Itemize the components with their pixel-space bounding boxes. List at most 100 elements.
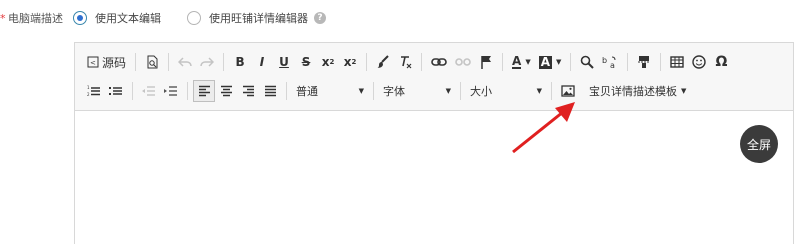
search-icon [581, 55, 595, 69]
background-color-button[interactable]: A ▼ [535, 51, 566, 73]
radio-dot-selected[interactable] [73, 11, 87, 25]
link-button[interactable] [427, 51, 451, 73]
svg-text:b: b [602, 56, 607, 65]
template-menu-button[interactable]: 宝贝详情描述模板 ▼ [585, 80, 690, 102]
preview-button[interactable] [141, 51, 163, 73]
table-icon [670, 56, 685, 68]
undo-button[interactable] [174, 51, 196, 73]
toolbar-row-1: < 源码 B I U S x2 x2 A ▼ A ▼ b a Ω [83, 51, 732, 73]
align-center-button[interactable] [215, 80, 237, 102]
page-break-button[interactable] [633, 51, 655, 73]
field-label: 电脑端描述 [8, 12, 63, 25]
subscript-x: x [321, 55, 330, 69]
ordered-list-icon: 12 [87, 85, 100, 97]
brush-icon [377, 55, 389, 68]
outdent-icon [142, 86, 155, 96]
bullet-list-button[interactable] [105, 80, 127, 102]
description-field-row: * 电脑端描述 使用文本编辑 使用旺铺详情编辑器 ? [0, 8, 326, 28]
paragraph-select[interactable]: 普通 ▼ [292, 81, 368, 101]
toolbar-separator [366, 53, 368, 71]
unlink-icon [455, 58, 471, 66]
caret-down-icon: ▼ [525, 58, 531, 66]
toolbar-separator [286, 82, 287, 100]
font-family-select[interactable]: 字体 ▼ [379, 81, 455, 101]
font-color-label: A [512, 54, 522, 69]
redo-icon [200, 57, 215, 67]
redo-button[interactable] [196, 51, 218, 73]
align-justify-button[interactable] [259, 80, 281, 102]
fullscreen-button[interactable]: 全屏 [740, 125, 778, 163]
toolbar-separator [460, 82, 461, 100]
radio-text-editor[interactable]: 使用文本编辑 [73, 10, 161, 26]
source-button[interactable]: < 源码 [83, 51, 130, 73]
toolbar-separator [168, 53, 170, 71]
radio-text-editor-label: 使用文本编辑 [95, 12, 161, 25]
template-menu-label: 宝贝详情描述模板 [589, 85, 677, 98]
clear-format-button[interactable] [394, 51, 416, 73]
align-left-button[interactable] [193, 80, 215, 102]
special-char-button[interactable]: Ω [710, 51, 732, 73]
indent-icon [164, 86, 177, 96]
toolbar-separator [421, 53, 423, 71]
preview-icon [147, 55, 158, 69]
radio-detail-editor-label: 使用旺铺详情编辑器 [209, 12, 308, 25]
anchor-button[interactable] [475, 51, 497, 73]
link-icon [431, 58, 447, 66]
font-color-button[interactable]: A ▼ [508, 51, 535, 73]
subscript-button[interactable]: x2 [317, 51, 339, 73]
question-circle-icon[interactable]: ? [314, 12, 326, 24]
toolbar-separator [135, 53, 137, 71]
emoji-button[interactable] [688, 51, 710, 73]
replace-icon: ba [602, 56, 616, 69]
font-family-select-value: 字体 [383, 85, 405, 98]
toolbar-separator [132, 82, 133, 100]
editor-toolbar: < 源码 B I U S x2 x2 A ▼ A ▼ b a Ω 1 2 普通 … [75, 43, 793, 111]
toolbar-separator [373, 82, 374, 100]
flag-icon [481, 56, 492, 69]
toolbar-separator [223, 53, 225, 71]
toolbar-separator [660, 53, 662, 71]
background-color-label: A [538, 54, 552, 69]
superscript-x: x [343, 55, 352, 69]
svg-text:2: 2 [87, 92, 90, 97]
replace-button[interactable]: ba [598, 51, 622, 73]
format-painter-button[interactable] [372, 51, 394, 73]
indent-button[interactable] [160, 80, 182, 102]
smiley-icon [692, 55, 707, 69]
page-break-icon [638, 56, 651, 68]
toolbar-separator [187, 82, 188, 100]
caret-down-icon: ▼ [681, 87, 687, 95]
annotation-arrow-icon [512, 102, 575, 154]
align-right-icon [242, 85, 254, 97]
superscript-button[interactable]: x2 [339, 51, 361, 73]
rich-text-editor: < 源码 B I U S x2 x2 A ▼ A ▼ b a Ω 1 2 普通 … [74, 42, 794, 244]
radio-dot-unselected[interactable] [187, 11, 201, 25]
toolbar-row-2: 12 普通 ▼ 字体 ▼ 大小 ▼ 宝贝详情描述模板 ▼ [83, 80, 690, 102]
bold-button[interactable]: B [229, 51, 251, 73]
caret-down-icon: ▼ [536, 87, 542, 95]
editor-content-area[interactable] [75, 111, 793, 244]
align-right-button[interactable] [237, 80, 259, 102]
svg-text:1: 1 [87, 85, 90, 90]
source-label: 源码 [102, 55, 127, 70]
svg-text:a: a [610, 61, 615, 69]
outdent-button[interactable] [138, 80, 160, 102]
unlink-button[interactable] [451, 51, 475, 73]
toolbar-separator [502, 53, 504, 71]
italic-button[interactable]: I [251, 51, 273, 73]
undo-icon [178, 57, 192, 67]
required-mark: * [0, 11, 6, 25]
ordered-list-button[interactable]: 12 [83, 80, 105, 102]
radio-detail-editor[interactable]: 使用旺铺详情编辑器 [187, 10, 308, 26]
toolbar-separator [627, 53, 629, 71]
image-icon [561, 85, 575, 97]
superscript-mark: 2 [351, 58, 357, 66]
bullet-list-icon [109, 87, 122, 95]
toolbar-separator [570, 53, 572, 71]
underline-button[interactable]: U [273, 51, 295, 73]
find-button[interactable] [576, 51, 598, 73]
table-button[interactable] [666, 51, 688, 73]
font-size-select-value: 大小 [470, 85, 492, 98]
strikethrough-button[interactable]: S [295, 51, 317, 73]
subscript-mark: 2 [329, 58, 335, 66]
